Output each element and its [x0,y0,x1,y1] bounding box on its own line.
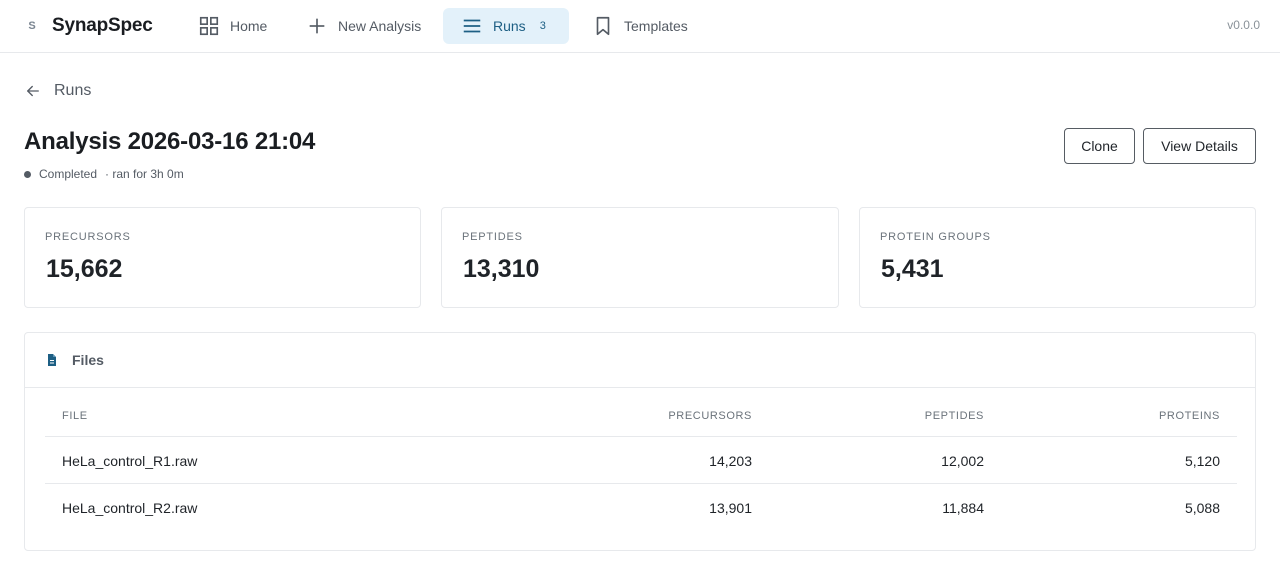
bookmark-icon [596,16,610,36]
nav-runs-label: Runs [493,18,526,34]
top-nav: S SynapSpec Home New Analysis Runs 3 Tem… [0,0,1280,53]
nav-templates-label: Templates [624,18,688,34]
nav-item-runs[interactable]: Runs 3 [443,8,569,44]
document-icon [48,354,56,366]
stat-value: 15,662 [46,255,123,283]
stat-card-peptides: Peptides 13,310 [441,207,839,308]
version-label: v0.0.0 [1227,18,1260,32]
arrow-left-icon [27,85,39,97]
table-row[interactable]: HeLa_control_R2.raw 13,901 11,884 5,088 [45,484,1237,531]
plus-icon [309,18,325,34]
stat-label: Peptides [462,231,523,243]
stat-label: Protein Groups [880,231,991,243]
grid-icon [199,16,219,36]
proteins-cell: 5,088 [1184,500,1220,516]
file-name-cell: HeLa_control_R2.raw [62,500,198,516]
files-header: Files [25,333,1255,388]
nav-item-templates[interactable]: Templates [580,8,702,44]
run-duration: · ran for 3h 0m [105,167,184,181]
stat-card-protein-groups: Protein Groups 5,431 [859,207,1256,308]
files-table: File Precursors Peptides Proteins HeLa_c… [45,388,1237,531]
brand-logo-icon: S [28,20,36,32]
clone-button[interactable]: Clone [1064,128,1135,164]
nav-item-new-analysis[interactable]: New Analysis [294,8,435,44]
precursors-cell: 14,203 [709,453,752,469]
runs-count-badge: 3 [539,20,546,32]
run-status: Completed · ran for 3h 0m [24,166,188,182]
status-text: Completed [39,167,98,181]
column-header-peptides[interactable]: Peptides [925,410,984,422]
view-details-button[interactable]: View Details [1143,128,1256,164]
back-to-runs-link[interactable]: Runs [24,80,91,102]
stat-value: 5,431 [881,255,944,283]
back-link-label: Runs [54,82,92,99]
page-title: Analysis 2026-03-16 21:04 [24,128,316,155]
stat-value: 13,310 [463,255,540,283]
files-title: Files [72,352,104,368]
nav-home-label: Home [230,18,268,34]
stat-label: Precursors [45,231,131,243]
brand[interactable]: S SynapSpec [24,12,153,40]
table-row[interactable]: HeLa_control_R1.raw 14,203 12,002 5,120 [45,437,1237,484]
stat-card-precursors: Precursors 15,662 [24,207,421,308]
column-header-precursors[interactable]: Precursors [668,410,752,422]
proteins-cell: 5,120 [1184,453,1220,469]
nav-item-home[interactable]: Home [186,8,281,44]
peptides-cell: 12,002 [941,453,984,469]
brand-name: SynapSpec [52,15,153,36]
list-icon [463,19,481,33]
nav-new-analysis-label: New Analysis [338,18,422,34]
files-panel: Files File Precursors Peptides Proteins … [24,332,1256,551]
table-header: File Precursors Peptides Proteins [45,388,1237,437]
status-dot [24,170,31,178]
column-header-file[interactable]: File [62,410,88,422]
file-name-cell: HeLa_control_R1.raw [62,453,198,469]
precursors-cell: 13,901 [709,500,752,516]
peptides-cell: 11,884 [942,500,984,516]
column-header-proteins[interactable]: Proteins [1159,410,1220,422]
